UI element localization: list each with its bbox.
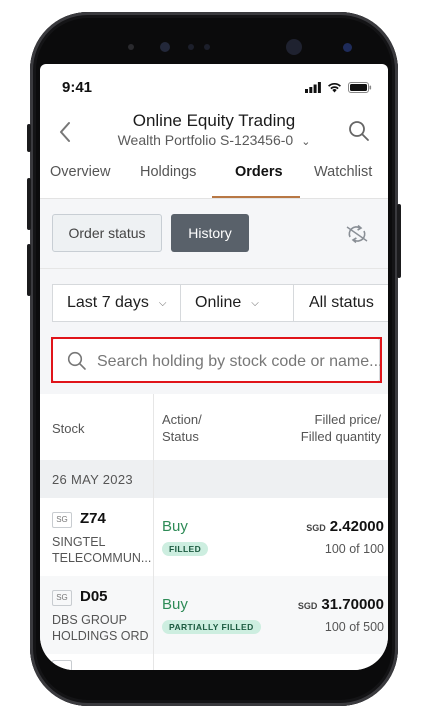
status-badge: FILLED bbox=[162, 542, 209, 556]
filter-divider bbox=[180, 285, 181, 321]
column-action-line1: Action/ bbox=[162, 412, 202, 427]
wifi-icon bbox=[328, 82, 341, 93]
order-status-button[interactable]: Order status bbox=[52, 214, 162, 252]
status-badge: PARTIALLY FILLED bbox=[162, 620, 261, 634]
column-price-line1: Filled price/ bbox=[314, 412, 381, 427]
status-time: 9:41 bbox=[62, 79, 93, 96]
date-group-label: 26 MAY 2023 bbox=[52, 472, 133, 487]
period-dropdown[interactable]: Last 7 days ⌵ bbox=[67, 285, 166, 321]
exchange-tag: SG bbox=[52, 590, 72, 606]
currency-label: SGD bbox=[306, 523, 326, 533]
tab-holdings[interactable]: Holdings bbox=[140, 164, 196, 180]
status-bar: 9:41 bbox=[40, 64, 388, 108]
tab-overview[interactable]: Overview bbox=[50, 164, 110, 180]
history-button[interactable]: History bbox=[171, 214, 249, 252]
stock-name-line1: SINGTEL bbox=[52, 535, 106, 549]
tab-watchlist[interactable]: Watchlist bbox=[314, 164, 372, 180]
stock-name-line2: HOLDINGS ORD bbox=[52, 629, 149, 643]
filter-bar: Last 7 days ⌵ Online ⌵ All status bbox=[52, 284, 388, 322]
channel-value: Online bbox=[195, 294, 242, 311]
period-value: Last 7 days bbox=[67, 294, 149, 311]
stock-name-line1: DBS GROUP bbox=[52, 613, 128, 627]
exchange-tag: SG bbox=[52, 512, 72, 528]
column-action-line2: Status bbox=[162, 429, 199, 444]
filter-divider bbox=[293, 285, 294, 321]
signal-icon bbox=[305, 82, 321, 93]
table-row[interactable]: SG Z74 SINGTEL TELECOMMUN... Buy FILLED … bbox=[40, 498, 388, 576]
chevron-down-icon: ⌄ bbox=[301, 136, 311, 148]
currency-label: SGD bbox=[297, 601, 318, 611]
search-icon bbox=[349, 121, 369, 141]
chevron-down-icon: ⌵ bbox=[251, 297, 259, 309]
stock-name: SINGTEL TELECOMMUN... bbox=[52, 534, 152, 566]
stock-code: Z74 bbox=[80, 510, 106, 527]
app-screen: 9:41 Online Equity Trading Wealth Portfo… bbox=[40, 64, 388, 670]
portfolio-name: Wealth Portfolio S-123456-0 bbox=[117, 132, 294, 148]
column-stock: Stock bbox=[52, 421, 85, 436]
exchange-tag bbox=[52, 660, 72, 670]
price-value: 2.42000 bbox=[329, 518, 384, 535]
filled-price: SGD 31.70000 bbox=[298, 596, 384, 613]
mute-switch bbox=[27, 124, 31, 152]
search-highlight-box bbox=[51, 337, 382, 383]
portfolio-selector[interactable]: Wealth Portfolio S-123456-0 ⌄ bbox=[40, 132, 388, 148]
order-action: Buy bbox=[162, 596, 188, 613]
refresh-button[interactable] bbox=[344, 224, 370, 244]
tab-bar: Overview Holdings Orders Watchlist bbox=[40, 162, 388, 199]
orders-table-header: Stock Action/ Status Filled price/ Fille… bbox=[40, 394, 388, 460]
battery-icon bbox=[348, 82, 372, 93]
table-row[interactable]: SG D05 DBS GROUP HOLDINGS ORD Buy PARTIA… bbox=[40, 576, 388, 654]
stock-code: D05 bbox=[80, 588, 108, 605]
header-search-button[interactable] bbox=[348, 120, 370, 142]
table-row[interactable] bbox=[40, 654, 388, 670]
volume-up-button bbox=[27, 178, 31, 230]
page-title: Online Equity Trading bbox=[132, 111, 296, 130]
date-group-header: 26 MAY 2023 bbox=[40, 460, 388, 498]
column-divider bbox=[153, 394, 154, 670]
filled-price: SGD 2.42000 bbox=[306, 518, 384, 535]
power-button bbox=[397, 204, 401, 278]
column-price-line2: Filled quantity bbox=[300, 429, 381, 444]
chevron-down-icon: ⌵ bbox=[158, 297, 167, 309]
channel-dropdown[interactable]: Online ⌵ bbox=[195, 285, 259, 321]
status-dropdown[interactable]: All status bbox=[309, 285, 374, 321]
filled-quantity: 100 of 500 bbox=[324, 620, 384, 634]
stock-name-line2: TELECOMMUN... bbox=[52, 551, 152, 565]
active-tab-indicator bbox=[212, 196, 300, 198]
stock-name: DBS GROUP HOLDINGS ORD bbox=[52, 612, 152, 644]
refresh-icon bbox=[346, 224, 368, 244]
status-icons bbox=[305, 81, 372, 93]
price-value: 31.70000 bbox=[321, 596, 384, 613]
section-divider bbox=[40, 268, 388, 269]
sensor-bar bbox=[118, 34, 370, 62]
order-action: Buy bbox=[162, 518, 188, 535]
tab-orders[interactable]: Orders bbox=[235, 164, 283, 180]
filled-quantity: 100 of 100 bbox=[324, 542, 384, 556]
status-value: All status bbox=[309, 294, 374, 311]
volume-down-button bbox=[27, 244, 31, 296]
